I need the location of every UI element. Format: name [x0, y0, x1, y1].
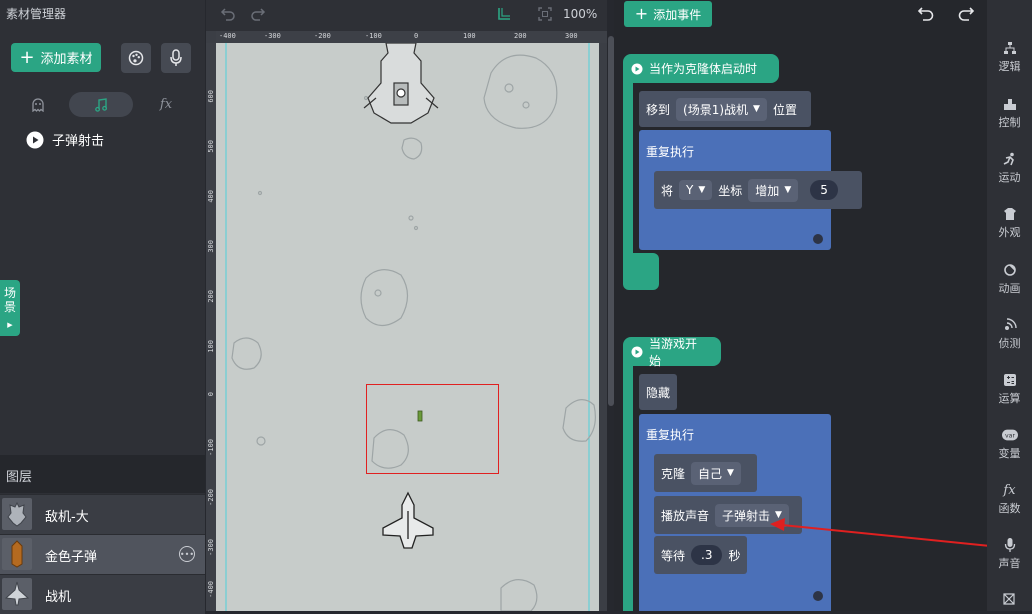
motion-icon: [1002, 151, 1018, 167]
variable-icon: var: [1001, 427, 1018, 443]
operator-icon: [1002, 372, 1018, 388]
category-label: 控制: [998, 116, 1021, 129]
category-animation[interactable]: 动画: [987, 262, 1032, 296]
looks-icon: [1002, 206, 1018, 222]
category-logic[interactable]: 逻辑: [987, 40, 1032, 74]
block-category-bar: 逻辑 控制 运动 外观 动画 侦测 运算 var 变量 fx 函数 声音: [987, 0, 1032, 611]
category-variables[interactable]: var 变量: [987, 427, 1032, 461]
logic-icon: [1002, 40, 1018, 56]
category-label: 变量: [998, 447, 1021, 460]
category-label: 函数: [998, 502, 1021, 515]
category-label: 声音: [998, 557, 1021, 570]
category-looks[interactable]: 外观: [987, 206, 1032, 240]
category-operators[interactable]: 运算: [987, 372, 1032, 406]
category-label: 逻辑: [998, 60, 1021, 73]
function-icon: fx: [1003, 482, 1016, 498]
category-label: 侦测: [998, 337, 1021, 350]
category-label: 运算: [998, 392, 1021, 405]
control-icon: [1002, 96, 1018, 112]
sensing-icon: [1002, 317, 1018, 333]
category-label: 运动: [998, 171, 1021, 184]
sound-icon: [1002, 537, 1018, 553]
category-control[interactable]: 控制: [987, 96, 1032, 130]
category-sensing[interactable]: 侦测: [987, 317, 1032, 351]
category-functions[interactable]: fx 函数: [987, 482, 1032, 516]
category-sound[interactable]: 声音: [987, 537, 1032, 571]
extension-icon[interactable]: [1002, 592, 1016, 606]
category-label: 外观: [998, 226, 1021, 239]
category-motion[interactable]: 运动: [987, 151, 1032, 185]
annotation-arrow: [770, 518, 1011, 549]
animation-icon: [1002, 262, 1018, 278]
category-label: 动画: [998, 282, 1021, 295]
svg-text:var: var: [1004, 433, 1014, 440]
